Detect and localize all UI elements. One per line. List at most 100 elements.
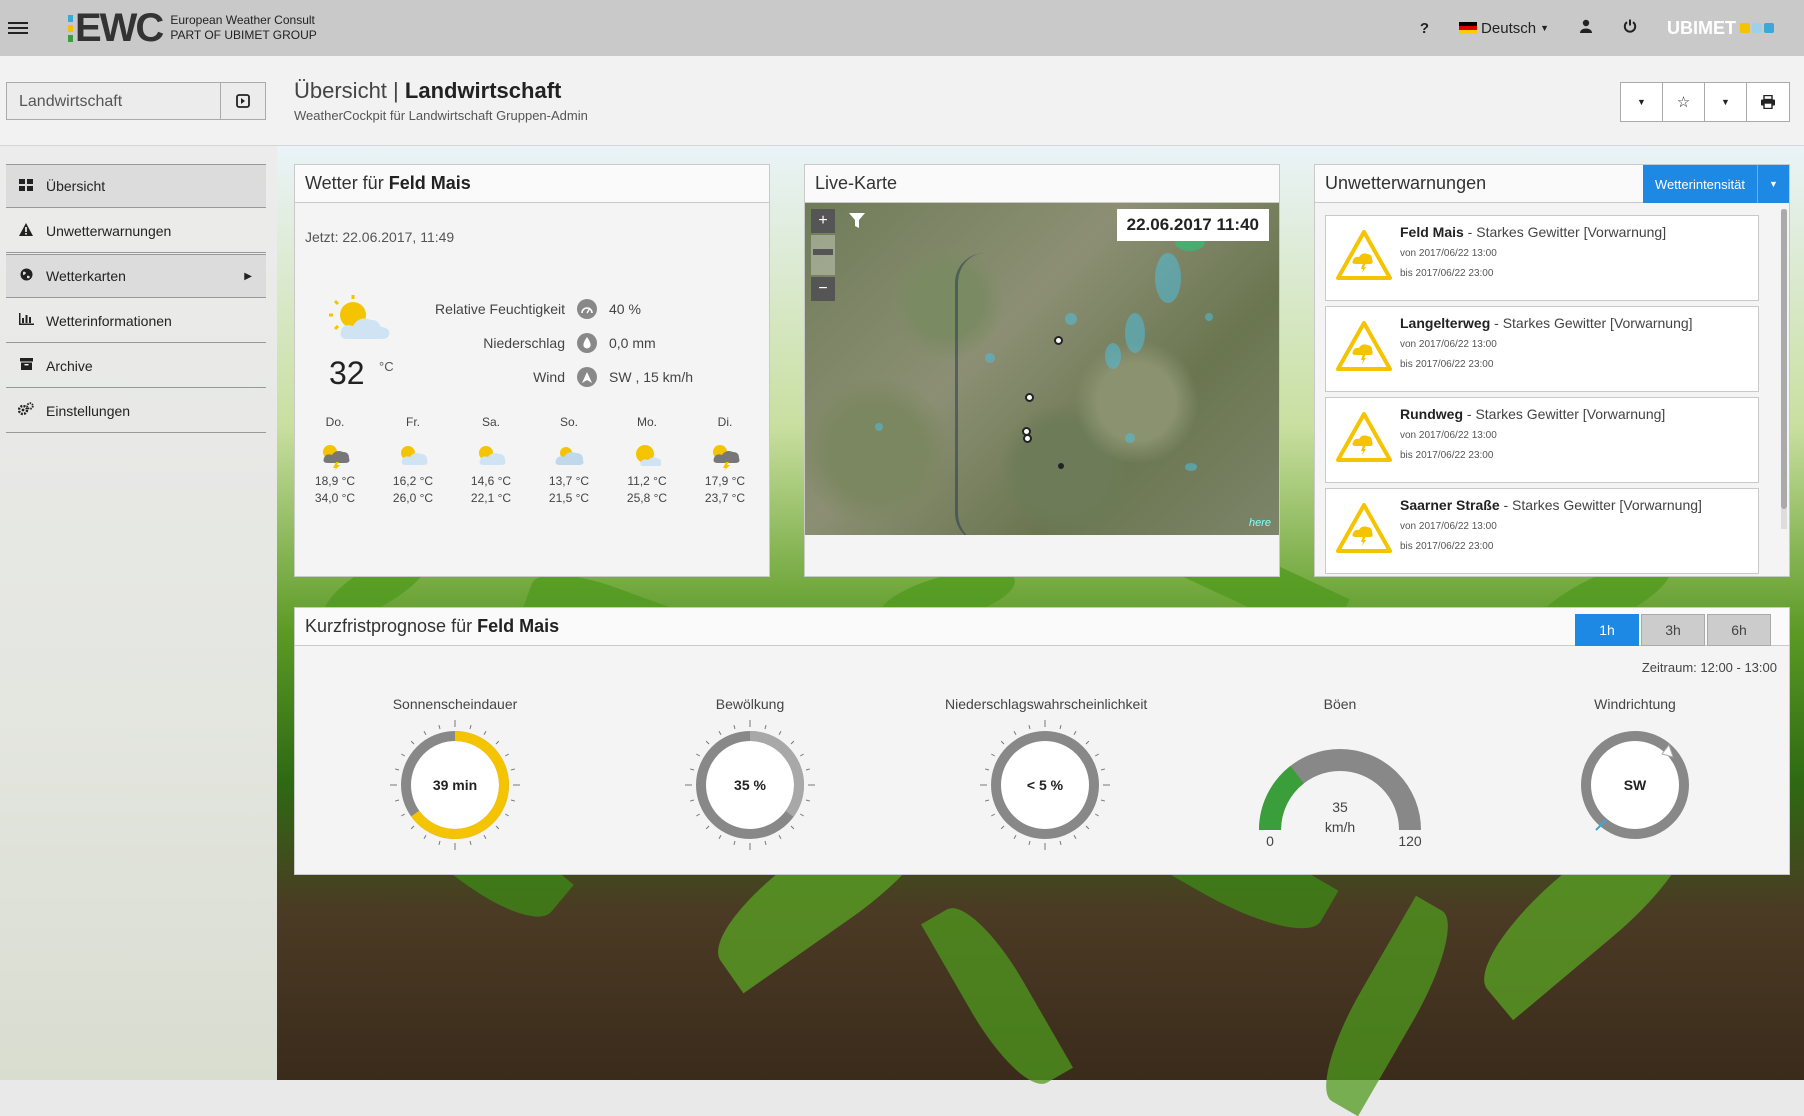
location-pin[interactable]	[1023, 434, 1032, 443]
wind-direction-gauge: Windrichtung SW	[1535, 696, 1735, 855]
warning-item[interactable]: Saarner Straße - Starkes Gewitter [Vorwa…	[1325, 488, 1759, 574]
filter-icon[interactable]	[845, 209, 869, 233]
sidebar-item-archive[interactable]: Archive	[6, 344, 266, 388]
forecast-max: 25,8 °C	[626, 491, 668, 505]
dial-tick	[510, 799, 516, 802]
user-icon[interactable]	[1579, 19, 1593, 37]
location-pin[interactable]	[1025, 393, 1034, 402]
wind-label: Wind	[533, 369, 565, 385]
dial-tick	[401, 813, 406, 817]
gust-label: Böen	[1323, 696, 1357, 712]
map-attribution[interactable]: here	[1249, 517, 1271, 529]
language-label: Deutsch	[1481, 19, 1537, 37]
zoom-in-button[interactable]: +	[811, 209, 835, 233]
warning-item[interactable]: Rundweg - Starkes Gewitter [Vorwarnung] …	[1325, 397, 1759, 483]
zoom-slider[interactable]	[811, 235, 835, 275]
tab-6h[interactable]: 6h	[1707, 614, 1771, 646]
sidebar-item-wetterinformationen[interactable]: Wetterinformationen	[6, 299, 266, 343]
live-map[interactable]: + − 22.06.2017 11:40 here	[805, 203, 1279, 535]
dial-tick	[1073, 834, 1077, 839]
warning-from: von 2017/06/22 13:00	[1400, 248, 1497, 259]
intensity-button[interactable]: Wetterintensität	[1642, 165, 1757, 203]
rain-probability-dial: < 5 %	[979, 719, 1111, 851]
dial-tick	[733, 724, 736, 730]
rain-probability-gauge: Niederschlagswahrscheinlichkeit < 5 %	[945, 696, 1148, 855]
live-map-title: Live-Karte	[805, 165, 1279, 203]
dial-tick	[799, 753, 804, 757]
zoom-out-button[interactable]: −	[811, 277, 835, 301]
thunderstorm-warning-icon	[1336, 230, 1392, 280]
forecast-day-name: Sa.	[481, 415, 500, 429]
dial-tick	[423, 834, 427, 839]
dial-tick	[991, 813, 996, 817]
scrollbar-thumb[interactable]	[1781, 209, 1787, 509]
warning-item[interactable]: Feld Mais - Starkes Gewitter [Vorwarnung…	[1325, 215, 1759, 301]
sidebar-item-label: Übersicht	[46, 178, 106, 194]
help-button[interactable]: ?	[1420, 20, 1429, 37]
settings-icon	[17, 402, 34, 419]
print-button[interactable]	[1747, 83, 1789, 121]
ewc-logo[interactable]: EWC European Weather Consult PART OF UBI…	[68, 8, 317, 48]
forecast-day-name: Mo.	[636, 415, 657, 429]
warning-icon	[18, 222, 34, 239]
warning-from: von 2017/06/22 13:00	[1400, 521, 1497, 532]
cloud-value: 35 %	[734, 777, 766, 793]
print-icon	[1761, 95, 1775, 109]
forecast-max: 23,7 °C	[704, 491, 746, 505]
group-select-value[interactable]: Landwirtschaft	[7, 83, 221, 119]
warning-from: von 2017/06/22 13:00	[1400, 430, 1497, 441]
mostly-sunny-icon	[636, 445, 662, 466]
dial-tick	[790, 825, 795, 830]
menu-icon[interactable]	[8, 19, 28, 37]
forecast-day-name: Fr.	[406, 415, 420, 429]
dial-tick	[423, 731, 427, 736]
forecast-max: 22,1 °C	[470, 491, 512, 505]
forecast-min: 14,6 °C	[470, 474, 512, 488]
warnings-scrollbar[interactable]	[1781, 209, 1787, 529]
location-pin[interactable]	[1054, 336, 1063, 345]
sidebar-item-label: Einstellungen	[46, 402, 131, 419]
warning-item[interactable]: Langelterweg - Starkes Gewitter [Vorwarn…	[1325, 306, 1759, 392]
location-pin[interactable]	[1058, 463, 1064, 469]
sunshine-dial: 39 min	[389, 719, 521, 851]
rain-probability-label: Niederschlagswahrscheinlichkeit	[945, 696, 1148, 712]
favorite-button[interactable]: ☆	[1663, 83, 1705, 121]
temperature-unit: °C	[379, 359, 394, 374]
sidebar-item-einstellungen[interactable]: Einstellungen	[6, 389, 266, 433]
bar-chart-icon	[18, 313, 34, 328]
warning-until: bis 2017/06/22 23:00	[1400, 450, 1494, 461]
group-select[interactable]: Landwirtschaft	[6, 82, 266, 120]
thunderstorm-icon	[713, 445, 740, 471]
zoom-slider-handle[interactable]	[813, 249, 833, 255]
dial-tick	[778, 731, 782, 736]
tab-1h[interactable]: 1h	[1575, 614, 1639, 646]
favorites-dropdown-button[interactable]: ▼	[1705, 83, 1747, 121]
options-dropdown-button[interactable]: ▼	[1621, 83, 1663, 121]
sidebar-item-unwetterwarnungen[interactable]: Unwetterwarnungen	[6, 209, 266, 253]
dial-tick	[799, 813, 804, 817]
partner-name: UBIMET	[1667, 17, 1736, 38]
dial-tick	[1094, 753, 1099, 757]
group-switch-button[interactable]	[221, 83, 265, 119]
forecast-min: 16,2 °C	[392, 474, 434, 488]
intensity-dropdown-button[interactable]: ▼	[1757, 165, 1789, 203]
warnings-panel: Unwetterwarnungen Wetterintensität ▼ Fel…	[1314, 164, 1790, 577]
language-select[interactable]: Deutsch ▼	[1459, 20, 1549, 37]
forecast-day: Mo. 11,2 °C 25,8 °C	[617, 415, 677, 507]
top-bar: EWC European Weather Consult PART OF UBI…	[0, 0, 1804, 56]
tab-3h[interactable]: 3h	[1641, 614, 1705, 646]
forecast-range-tabs: 1h 3h 6h	[1575, 614, 1771, 646]
sidebar-item-uebersicht[interactable]: Übersicht	[6, 164, 266, 208]
dial-tick	[483, 834, 487, 839]
dial-tick	[410, 740, 415, 745]
weather-panel-title: Wetter für Feld Mais	[295, 165, 769, 203]
sidebar-item-wetterkarten[interactable]: Wetterkarten ▶	[6, 254, 266, 298]
chevron-down-icon: ▼	[1540, 23, 1549, 33]
warning-title: Feld Mais - Starkes Gewitter [Vorwarnung…	[1400, 224, 1666, 240]
dial-tick	[984, 799, 990, 802]
power-icon[interactable]	[1623, 19, 1637, 37]
gust-unit: km/h	[1325, 819, 1355, 835]
forecast-day: Do. 18,9 °C 34,0 °C	[305, 415, 365, 507]
sunshine-label: Sonnenscheindauer	[392, 696, 518, 712]
caret-down-icon: ▼	[1721, 97, 1730, 107]
